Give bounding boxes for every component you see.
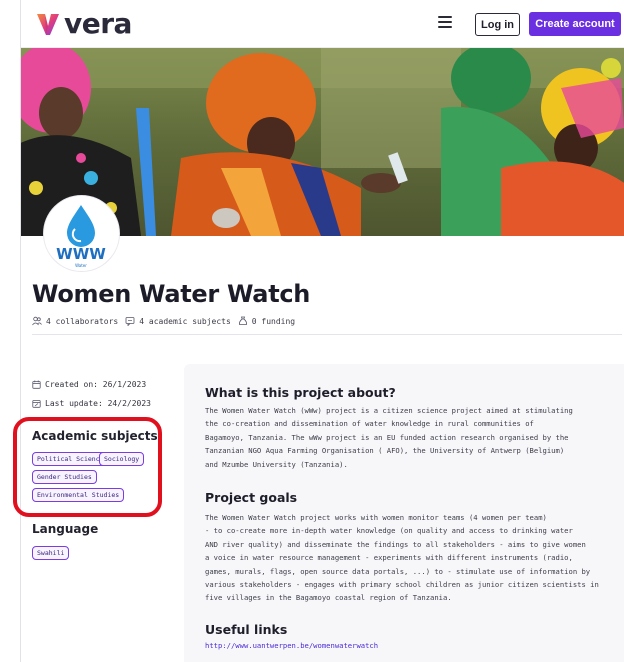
goals-line: games, murals, flags, open source data p… [205,566,591,576]
project-banner-image [21,48,624,236]
about-line: Tanzanian NGO Aqua Farming Organisation … [205,446,565,456]
language-tag-swahili[interactable]: Swahili [32,546,70,560]
language-heading: Language [32,522,99,536]
goals-line: The Women Water Watch project works with… [205,513,547,522]
goals-line: a voice in water resource management - e… [205,553,573,563]
goals-line: various stakeholders - engages with prim… [205,580,599,590]
about-line: and Mzumbe University (Tanzania). [205,459,348,469]
hamburger-menu-icon[interactable] [438,16,452,30]
funding-stat: 0 funding [238,316,295,326]
about-line: The Women Water Watch (wWw) project is a… [205,406,573,415]
collaborators-stat: 4 collaborators [32,316,118,326]
about-text: The Women Water Watch (wWw) project is a… [205,404,605,471]
page: vera Log in Create account WWW Water Wom… [0,0,624,662]
water-drop-logo-icon: WWW Water [56,205,106,268]
calendar-icon [32,380,41,389]
goals-text: The Women Water Watch project works with… [205,511,605,605]
logo-text: vera [64,7,132,40]
calendar-edit-icon [32,400,41,408]
vera-logo[interactable]: vera [35,9,132,39]
about-heading: What is this project about? [205,385,396,400]
subjects-count: 4 academic subjects [139,316,231,326]
money-bag-icon [238,316,247,325]
goals-line: - to co-create more in-depth water knowl… [205,526,573,536]
funding-amount: 0 funding [251,316,296,326]
chat-icon [125,317,135,326]
svg-text:Water: Water [75,263,87,268]
top-navbar: vera Log in Create account [21,0,624,48]
vera-logo-icon [37,14,59,35]
project-avatar: WWW Water [44,196,119,271]
about-line: the co-creation and dissemination of wat… [205,419,534,429]
useful-links-heading: Useful links [205,622,288,637]
project-website-link[interactable]: http://www.uantwerpen.be/womenwaterwatch [205,641,378,650]
subjects-stat: 4 academic subjects [125,316,231,326]
people-icon [32,316,42,326]
goals-line: five villages in the Bagamoyo coastal re… [205,593,452,603]
last-update-text: Last update: 24/2/2023 [45,399,151,408]
goals-heading: Project goals [205,490,298,505]
page-title: Women Water Watch [32,280,311,308]
created-date: Created on: 26/1/2023 [32,380,146,389]
about-line: Bagamoyo, Tanzania. The wWw project is a… [205,432,569,442]
goals-line: AND river quality) and disseminate the f… [205,539,586,549]
highlight-annotation [13,417,162,517]
svg-text:WWW: WWW [56,245,106,263]
create-account-button[interactable]: Create account [529,12,621,36]
project-stats: 4 collaborators 4 academic subjects 0 fu… [32,316,302,326]
collaborators-count: 4 collaborators [46,316,119,326]
created-date-text: Created on: 26/1/2023 [45,380,147,389]
login-button[interactable]: Log in [475,13,520,36]
section-divider [32,334,622,335]
last-update-date: Last update: 24/2/2023 [32,399,151,408]
